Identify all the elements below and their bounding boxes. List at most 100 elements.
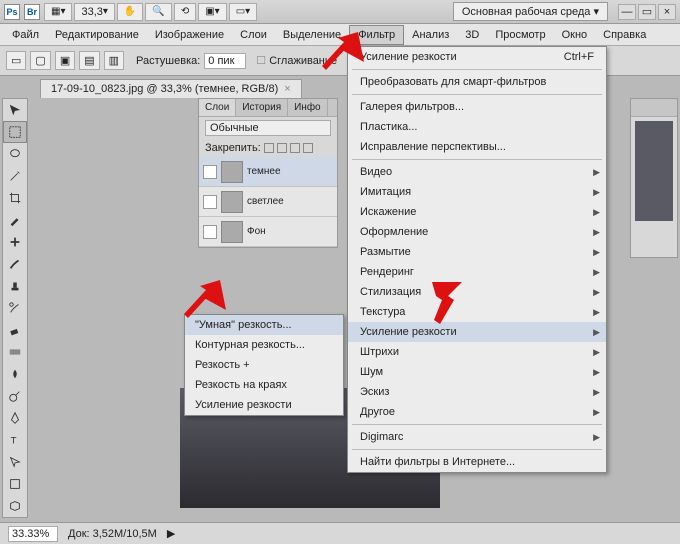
eyedropper-tool-icon[interactable] [3, 209, 27, 231]
zoom-level-dropdown[interactable]: 33,3 ▾ [74, 3, 114, 21]
layer-thumbnail[interactable] [221, 191, 243, 213]
3d-tool-icon[interactable] [3, 495, 27, 517]
hand-tool-icon[interactable]: ✋ [117, 3, 143, 21]
shape-tool-icon[interactable] [3, 473, 27, 495]
menu-help[interactable]: Справка [595, 26, 654, 44]
menu-analysis[interactable]: Анализ [404, 26, 457, 44]
filter-group-blur[interactable]: Размытие▶ [348, 242, 606, 262]
lock-all-icon[interactable] [303, 143, 313, 153]
stamp-tool-icon[interactable] [3, 275, 27, 297]
zoom-tool-icon[interactable]: 🔍 [145, 3, 171, 21]
dodge-tool-icon[interactable] [3, 385, 27, 407]
filter-group-other[interactable]: Другое▶ [348, 402, 606, 422]
visibility-icon[interactable] [203, 225, 217, 239]
submenu-arrow-icon: ▶ [593, 167, 600, 178]
filter-group-render[interactable]: Рендеринг▶ [348, 262, 606, 282]
filter-gallery[interactable]: Галерея фильтров... [348, 97, 606, 117]
menu-3d[interactable]: 3D [457, 26, 487, 44]
filter-last-label: Усиление резкости [360, 51, 457, 63]
type-tool-icon[interactable]: T [3, 429, 27, 451]
submenu-arrow-icon: ▶ [593, 307, 600, 318]
filter-vanishing-point[interactable]: Исправление перспективы... [348, 137, 606, 157]
crop-tool-icon[interactable] [3, 187, 27, 209]
filter-group-pixelate[interactable]: Оформление▶ [348, 222, 606, 242]
filter-group-texture[interactable]: Текстура▶ [348, 302, 606, 322]
visibility-icon[interactable] [203, 195, 217, 209]
menu-window[interactable]: Окно [554, 26, 596, 44]
layer-row[interactable]: Фон [199, 217, 337, 247]
maximize-button[interactable]: ▭ [638, 4, 656, 20]
visibility-icon[interactable] [203, 165, 217, 179]
view-mode-dropdown[interactable]: ▦▾ [44, 3, 72, 21]
lock-transparency-icon[interactable] [264, 143, 274, 153]
filter-group-stylize[interactable]: Стилизация▶ [348, 282, 606, 302]
filter-group-brush-strokes[interactable]: Штрихи▶ [348, 342, 606, 362]
close-button[interactable]: × [658, 4, 676, 20]
document-tab[interactable]: 17-09-10_0823.jpg @ 33,3% (темнее, RGB/8… [40, 79, 302, 98]
blend-mode-select[interactable]: Обычные [205, 120, 331, 136]
submenu-unsharp-mask[interactable]: Контурная резкость... [185, 335, 343, 355]
submenu-arrow-icon: ▶ [593, 387, 600, 398]
marquee-shape-icon[interactable]: ▢ [30, 51, 50, 70]
statusbar-menu-icon[interactable]: ▶ [167, 527, 175, 540]
marquee-sub-icon[interactable]: ▤ [79, 51, 99, 70]
statusbar: Док: 3,52M/10,5M ▶ [0, 522, 680, 544]
navigator-tab[interactable] [631, 99, 677, 117]
filter-convert-smart[interactable]: Преобразовать для смарт-фильтров [348, 72, 606, 92]
navigator-preview[interactable] [635, 121, 673, 221]
brush-tool-icon[interactable] [3, 253, 27, 275]
filter-digimarc[interactable]: Digimarc▶ [348, 427, 606, 447]
menu-file[interactable]: Файл [4, 26, 47, 44]
submenu-sharpen-more[interactable]: Резкость + [185, 355, 343, 375]
tool-preset-icon[interactable]: ▭ [6, 51, 26, 70]
marquee-tool-icon[interactable] [3, 121, 27, 143]
filter-last[interactable]: Усиление резкости Ctrl+F [348, 47, 606, 67]
rotate-view-icon[interactable]: ⟲ [174, 3, 196, 21]
filter-group-distort[interactable]: Искажение▶ [348, 202, 606, 222]
tab-history[interactable]: История [236, 99, 288, 116]
heal-tool-icon[interactable] [3, 231, 27, 253]
move-tool-icon[interactable] [3, 99, 27, 121]
filter-group-noise[interactable]: Шум▶ [348, 362, 606, 382]
gradient-tool-icon[interactable] [3, 341, 27, 363]
filter-liquify[interactable]: Пластика... [348, 117, 606, 137]
path-select-tool-icon[interactable] [3, 451, 27, 473]
menu-layer[interactable]: Слои [232, 26, 275, 44]
lock-position-icon[interactable] [290, 143, 300, 153]
pen-tool-icon[interactable] [3, 407, 27, 429]
feather-input[interactable] [204, 53, 246, 69]
filter-group-artistic[interactable]: Имитация▶ [348, 182, 606, 202]
menu-edit[interactable]: Редактирование [47, 26, 147, 44]
bridge-icon[interactable]: Br [24, 4, 40, 20]
submenu-sharpen-edges[interactable]: Резкость на краях [185, 375, 343, 395]
layer-thumbnail[interactable] [221, 161, 243, 183]
filter-group-sharpen[interactable]: Усиление резкости▶ [348, 322, 606, 342]
layer-row[interactable]: темнее [199, 157, 337, 187]
blur-tool-icon[interactable] [3, 363, 27, 385]
zoom-input[interactable] [8, 526, 58, 542]
history-brush-tool-icon[interactable] [3, 297, 27, 319]
minimize-button[interactable]: — [618, 4, 636, 20]
document-tab-close-icon[interactable]: × [284, 83, 290, 95]
filter-group-sketch[interactable]: Эскиз▶ [348, 382, 606, 402]
layer-thumbnail[interactable] [221, 221, 243, 243]
lock-pixels-icon[interactable] [277, 143, 287, 153]
submenu-sharpen[interactable]: Усиление резкости [185, 395, 343, 415]
filter-browse-online[interactable]: Найти фильтры в Интернете... [348, 452, 606, 472]
menu-view[interactable]: Просмотр [487, 26, 553, 44]
marquee-int-icon[interactable]: ▥ [104, 51, 124, 70]
lock-label: Закрепить: [205, 142, 261, 154]
tab-info[interactable]: Инфо [288, 99, 328, 116]
menu-image[interactable]: Изображение [147, 26, 232, 44]
screen-mode-icon[interactable]: ▭▾ [229, 3, 257, 21]
tab-layers[interactable]: Слои [199, 99, 236, 116]
layers-list: темнее светлее Фон [199, 157, 337, 247]
filter-group-video[interactable]: Видео▶ [348, 162, 606, 182]
workspace-switcher[interactable]: Основная рабочая среда ▾ [453, 2, 608, 21]
arrange-docs-icon[interactable]: ▣▾ [198, 3, 226, 21]
eraser-tool-icon[interactable] [3, 319, 27, 341]
wand-tool-icon[interactable] [3, 165, 27, 187]
marquee-add-icon[interactable]: ▣ [55, 51, 75, 70]
lasso-tool-icon[interactable] [3, 143, 27, 165]
layer-row[interactable]: светлее [199, 187, 337, 217]
